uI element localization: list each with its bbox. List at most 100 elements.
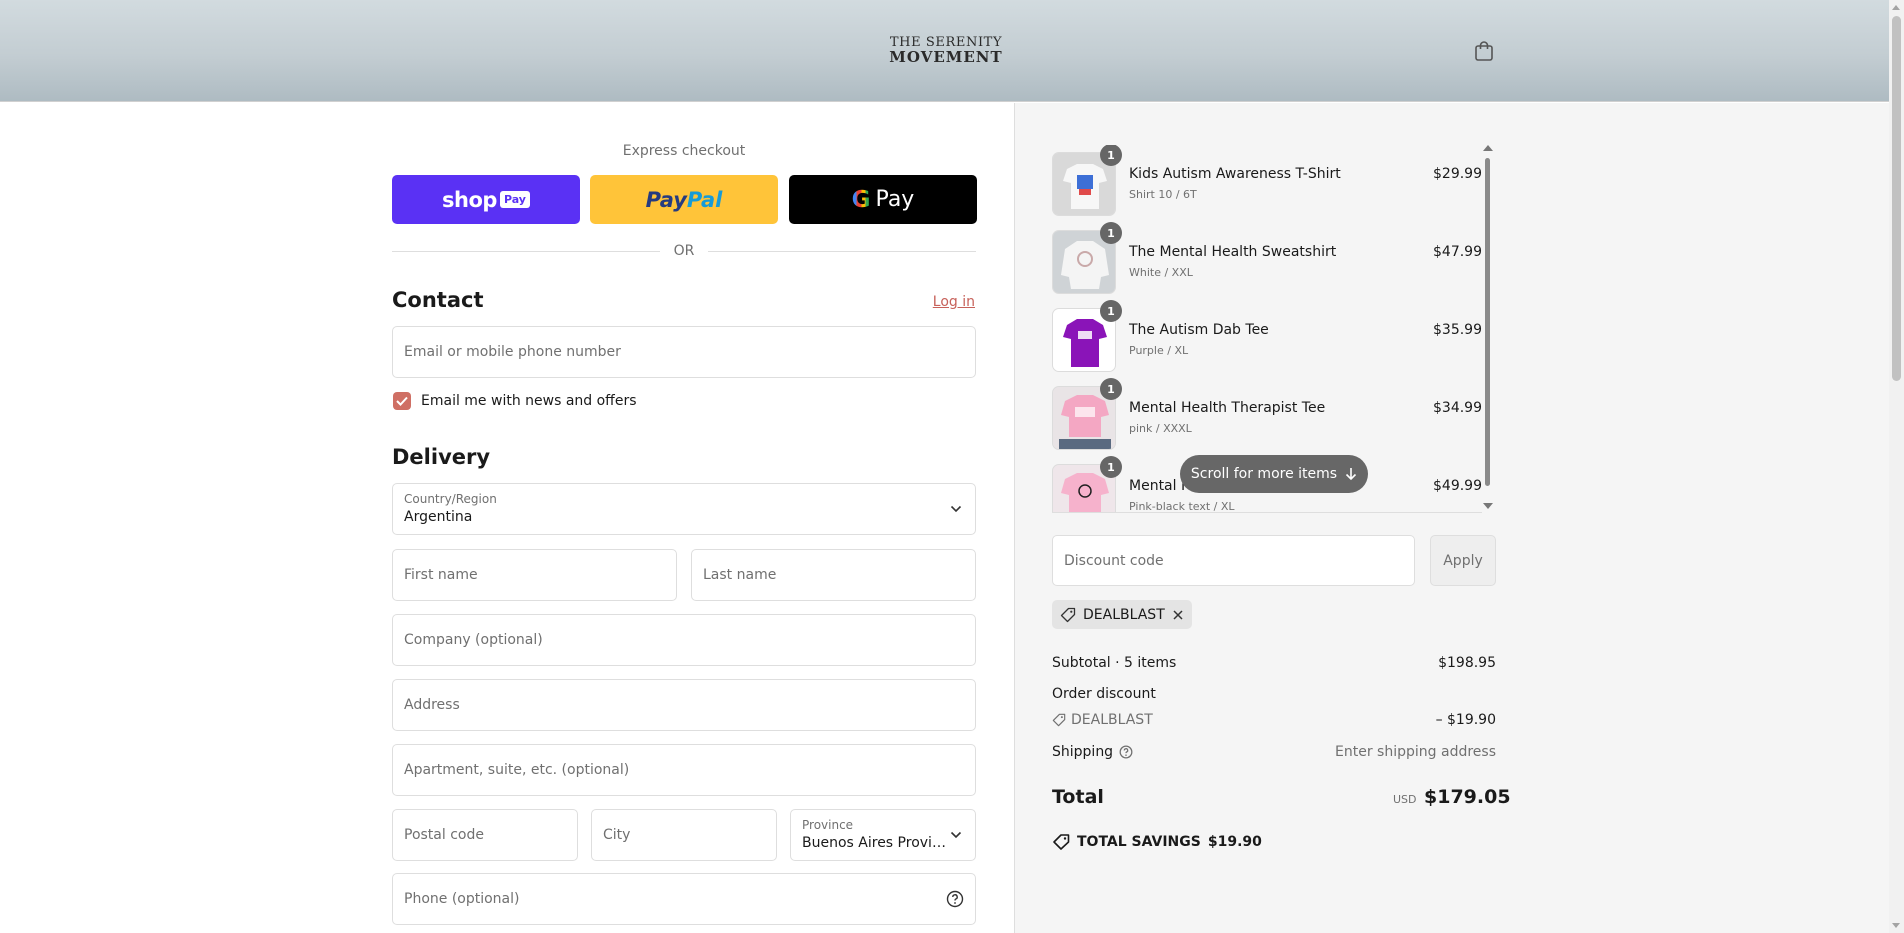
discount-code-label: DEALBLAST <box>1071 712 1153 728</box>
email-field[interactable]: Email or mobile phone number <box>392 326 976 378</box>
shipping-label: Shipping <box>1052 744 1114 760</box>
phone-placeholder: Phone (optional) <box>404 891 520 907</box>
total-savings-value: $19.90 <box>1207 834 1262 850</box>
scrollbar-thumb[interactable] <box>1485 158 1490 486</box>
tag-icon <box>1052 713 1066 727</box>
shop-pay-logo-text: shop <box>442 187 497 212</box>
divider-line <box>708 250 976 252</box>
company-field[interactable]: Company (optional) <box>392 614 976 666</box>
total-savings-label: TOTAL SAVINGS <box>1077 834 1201 850</box>
postal-code-field[interactable]: Postal code <box>392 809 578 861</box>
quantity-badge: 1 <box>1100 222 1122 244</box>
total-savings: TOTAL SAVINGS $19.90 <box>1052 834 1262 850</box>
apartment-placeholder: Apartment, suite, etc. (optional) <box>404 762 630 778</box>
order-discount-label: Order discount <box>1052 686 1156 702</box>
logo-line2: MOVEMENT <box>889 48 1003 66</box>
total-label: Total <box>1052 786 1104 808</box>
login-link[interactable]: Log in <box>925 294 975 310</box>
item-name: Kids Autism Awareness T-Shirt <box>1129 166 1341 182</box>
help-circle-icon[interactable] <box>946 890 964 908</box>
cart-items-scrollbar[interactable] <box>1483 145 1493 513</box>
newsletter-label: Email me with news and offers <box>421 393 637 409</box>
shipping-row: Shipping Enter shipping address <box>1052 744 1496 760</box>
country-label: Country/Region <box>404 492 497 506</box>
delivery-heading: Delivery <box>392 445 491 469</box>
newsletter-checkbox[interactable] <box>393 392 411 410</box>
address-field[interactable]: Address <box>392 679 976 731</box>
or-text: OR <box>673 243 695 259</box>
first-name-placeholder: First name <box>404 567 478 583</box>
city-field[interactable]: City <box>591 809 777 861</box>
last-name-placeholder: Last name <box>703 567 777 583</box>
shop-pay-button[interactable]: shop Pay <box>392 175 580 224</box>
subtotal-label: Subtotal · 5 items <box>1052 655 1177 671</box>
apartment-field[interactable]: Apartment, suite, etc. (optional) <box>392 744 976 796</box>
discount-value: – $19.90 <box>1435 712 1496 728</box>
province-value: Buenos Aires Provin... <box>802 835 947 851</box>
site-header: THE SERENITY MOVEMENT <box>0 0 1889 102</box>
first-name-field[interactable]: First name <box>392 549 677 601</box>
item-price: $49.99 <box>1433 478 1482 494</box>
item-name: The Mental Health Sweatshirt <box>1129 244 1337 260</box>
scroll-down-arrow-icon[interactable] <box>1483 503 1493 509</box>
arrow-down-icon <box>1346 468 1357 481</box>
shopping-bag-icon[interactable] <box>1474 40 1494 62</box>
address-placeholder: Address <box>404 697 460 713</box>
applied-discount-code: DEALBLAST <box>1083 606 1165 623</box>
page-scrollbar[interactable] <box>1889 0 1904 933</box>
discount-code-field[interactable]: Discount code <box>1052 535 1415 586</box>
discount-code-placeholder: Discount code <box>1064 552 1164 569</box>
quantity-badge: 1 <box>1100 300 1122 322</box>
store-logo[interactable]: THE SERENITY MOVEMENT <box>888 36 1004 65</box>
city-placeholder: City <box>603 827 631 843</box>
phone-field[interactable]: Phone (optional) <box>392 873 976 925</box>
or-divider: OR <box>392 242 976 260</box>
item-variant: Shirt 10 / 6T <box>1129 188 1197 201</box>
shop-pay-badge: Pay <box>499 191 530 208</box>
apply-discount-button[interactable]: Apply <box>1430 535 1496 586</box>
item-variant: pink / XXXL <box>1129 422 1192 435</box>
scroll-up-arrow-icon[interactable] <box>1892 5 1900 10</box>
item-price: $29.99 <box>1433 166 1482 182</box>
postal-code-placeholder: Postal code <box>404 827 484 843</box>
scroll-hint-text: Scroll for more items <box>1190 466 1338 482</box>
last-name-field[interactable]: Last name <box>691 549 976 601</box>
page-scrollbar-thumb[interactable] <box>1892 16 1901 381</box>
quantity-badge: 1 <box>1100 145 1122 166</box>
item-variant: Pink-black text / XL <box>1129 500 1235 513</box>
paypal-button[interactable]: Pay Pal <box>590 175 778 224</box>
chevron-down-icon <box>950 831 962 839</box>
scroll-for-more-button[interactable]: Scroll for more items <box>1180 455 1368 493</box>
paypal-logo-part2: Pal <box>686 187 723 212</box>
shipping-value: Enter shipping address <box>1335 744 1496 760</box>
company-placeholder: Company (optional) <box>404 632 543 648</box>
tag-icon <box>1060 607 1076 622</box>
province-select[interactable]: Province Buenos Aires Provin... <box>790 809 976 861</box>
google-pay-button[interactable]: G Pay <box>789 175 977 224</box>
item-name: The Autism Dab Tee <box>1129 322 1269 338</box>
discount-code-row: DEALBLAST – $19.90 <box>1052 712 1496 731</box>
currency-code: USD <box>1393 793 1417 806</box>
item-name: Mental Health Therapist Tee <box>1129 400 1326 416</box>
subtotal-row: Subtotal · 5 items $198.95 <box>1052 655 1496 671</box>
order-discount-row: Order discount <box>1052 686 1496 702</box>
scroll-up-arrow-icon[interactable] <box>1483 145 1493 151</box>
google-g-icon: G <box>851 186 871 213</box>
item-variant: Purple / XL <box>1129 344 1189 357</box>
cart-item: 1 The Mental Health Sweatshirt White / X… <box>1052 222 1482 294</box>
close-icon[interactable] <box>1172 609 1184 621</box>
help-circle-icon[interactable] <box>1119 745 1133 759</box>
email-placeholder: Email or mobile phone number <box>404 344 621 360</box>
item-name: Mental F <box>1129 478 1190 494</box>
item-price: $34.99 <box>1433 400 1482 416</box>
divider-line <box>392 250 660 252</box>
item-price: $35.99 <box>1433 322 1482 338</box>
scroll-down-arrow-icon[interactable] <box>1892 923 1900 928</box>
contact-heading: Contact <box>392 288 484 312</box>
item-variant: White / XXL <box>1129 266 1193 279</box>
country-select[interactable]: Country/Region Argentina <box>392 483 976 535</box>
subtotal-value: $198.95 <box>1438 655 1496 671</box>
province-label: Province <box>802 818 854 832</box>
country-value: Argentina <box>404 509 473 525</box>
express-checkout-title: Express checkout <box>622 143 746 159</box>
